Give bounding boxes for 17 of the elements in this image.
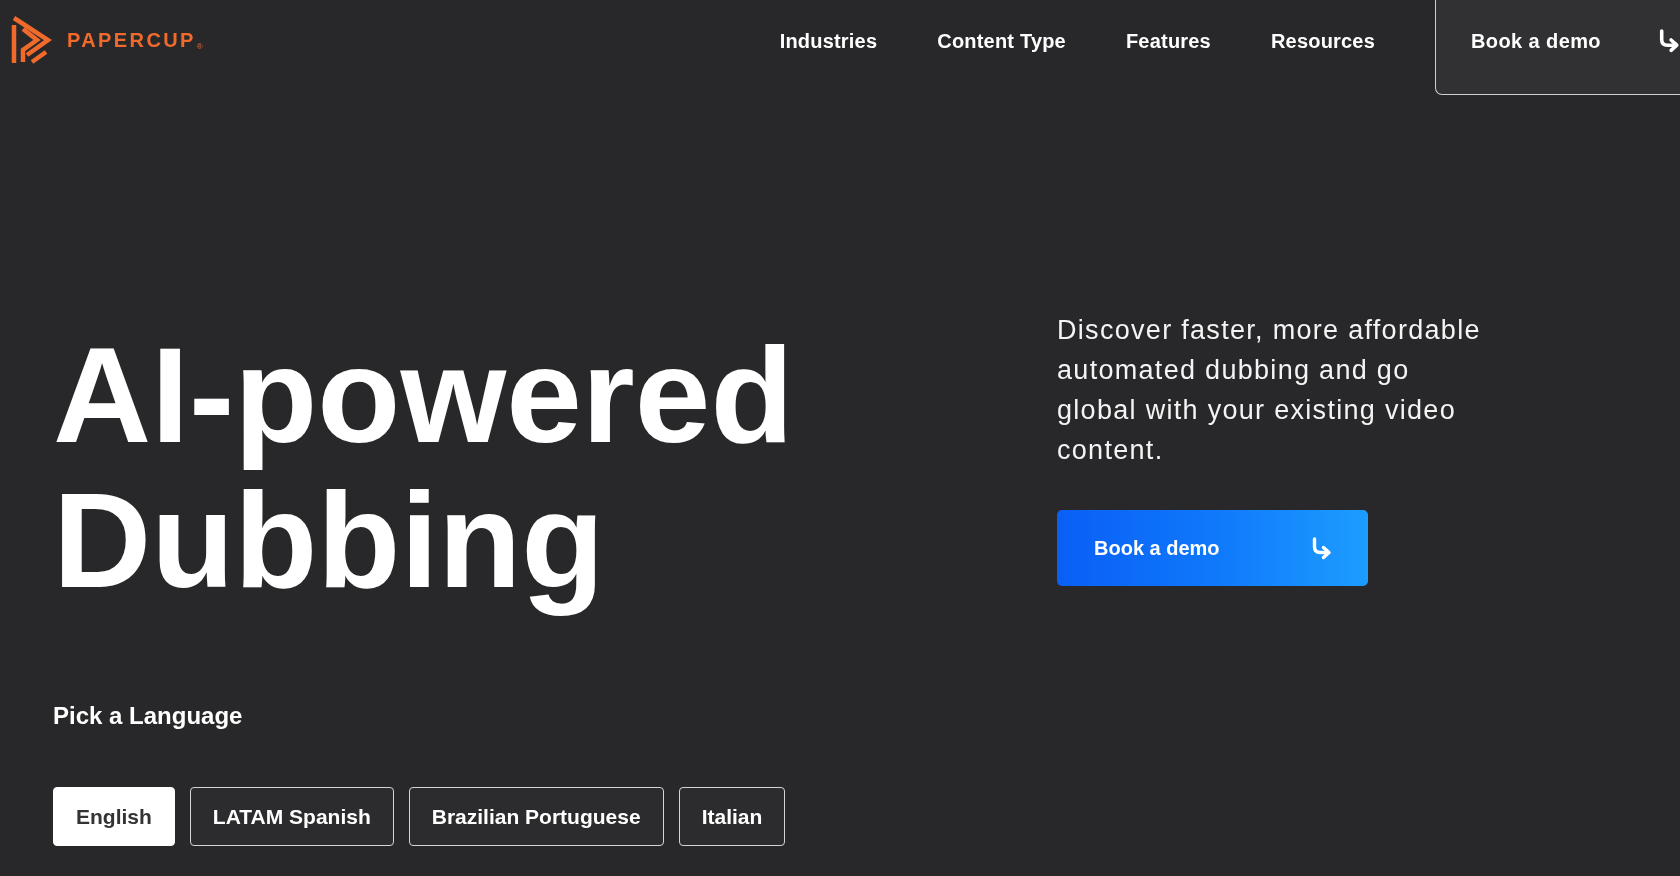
logo-wordmark: PAPERCUP xyxy=(67,28,196,52)
language-button[interactable]: English xyxy=(53,787,175,846)
nav-link[interactable]: Resources xyxy=(1270,0,1375,53)
language-picker-title: Pick a Language xyxy=(53,701,244,731)
book-demo-button[interactable]: Book a demo xyxy=(1057,510,1368,586)
book-demo-button[interactable]: Book a demo xyxy=(1435,0,1680,95)
language-button[interactable]: Italian xyxy=(678,787,786,846)
hero-description: Discover faster, more affordable automated dubbing and go global with your existing video content. xyxy=(1057,314,1482,467)
nav-link[interactable]: Industries xyxy=(779,0,878,53)
bent-arrow-icon xyxy=(1311,536,1332,560)
language-button[interactable]: LATAM Spanish xyxy=(189,787,394,846)
logo-icon xyxy=(10,15,52,65)
nav-link[interactable]: Features xyxy=(1125,0,1211,53)
language-button[interactable]: Brazilian Portuguese xyxy=(408,787,664,846)
nav-link[interactable]: Content Type xyxy=(937,0,1066,53)
bent-arrow-icon xyxy=(1658,29,1680,53)
registered-mark: ® xyxy=(196,41,203,51)
